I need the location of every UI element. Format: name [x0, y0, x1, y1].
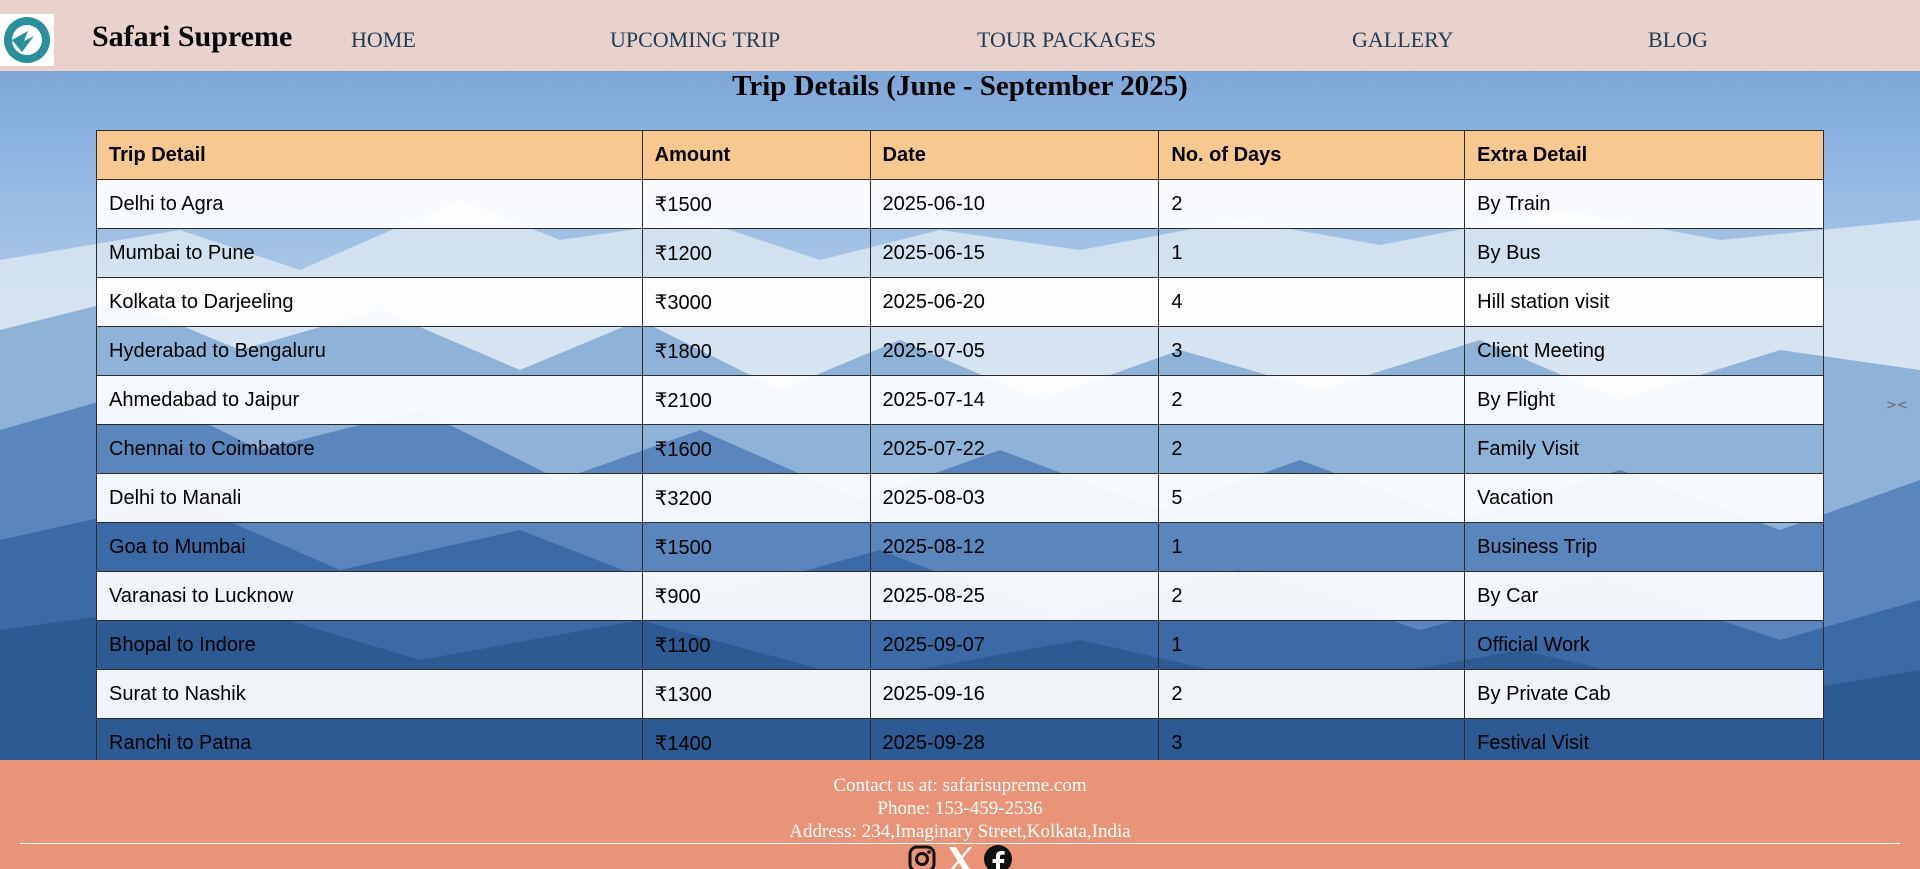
cell-amount: ₹3200 [641, 473, 871, 523]
cell-extra: Official Work [1464, 620, 1824, 670]
table-row: Delhi to Agra ₹1500 2025-06-10 2 By Train [96, 179, 1824, 229]
table-row: Ahmedabad to Jaipur ₹2100 2025-07-14 2 By Fl… [96, 375, 1824, 425]
cell-days: 1 [1158, 228, 1466, 278]
cell-trip-detail: Delhi to Manali [96, 473, 643, 523]
cell-days: 4 [1158, 277, 1466, 327]
nav-home[interactable]: HOME [351, 27, 416, 53]
cell-days: 5 [1158, 473, 1466, 523]
cell-days: 1 [1158, 522, 1466, 572]
cell-date: 2025-09-16 [869, 669, 1160, 719]
nav-tour-packages[interactable]: TOUR PACKAGES [977, 27, 1156, 53]
site-footer: Contact us at: safarisupreme.com Phone: … [0, 760, 1920, 869]
cell-amount: ₹1200 [641, 228, 871, 278]
cell-extra: By Bus [1464, 228, 1824, 278]
nav-gallery[interactable]: GALLERY [1352, 27, 1453, 53]
col-amount: Amount [641, 130, 871, 180]
cell-days: 2 [1158, 669, 1466, 719]
cell-date: 2025-07-05 [869, 326, 1160, 376]
cell-amount: ₹1300 [641, 669, 871, 719]
table-row: Varanasi to Lucknow ₹900 2025-08-25 2 By Car [96, 571, 1824, 621]
facebook-icon[interactable] [983, 844, 1013, 869]
cell-days: 2 [1158, 424, 1466, 474]
cell-extra: Family Visit [1464, 424, 1824, 474]
cell-amount: ₹2100 [641, 375, 871, 425]
cell-days: 1 [1158, 620, 1466, 670]
nav-blog[interactable]: BLOG [1648, 27, 1708, 53]
logo[interactable] [0, 14, 54, 66]
table-row: Chennai to Coimbatore ₹1600 2025-07-22 2 Fam… [96, 424, 1824, 474]
cell-trip-detail: Ahmedabad to Jaipur [96, 375, 643, 425]
table-row: Goa to Mumbai ₹1500 2025-08-12 1 Business Tr… [96, 522, 1824, 572]
footer-phone: Phone: 153-459-2536 [877, 798, 1043, 819]
table-row: Delhi to Manali ₹3200 2025-08-03 5 Vacation [96, 473, 1824, 523]
cell-date: 2025-08-03 [869, 473, 1160, 523]
cell-trip-detail: Surat to Nashik [96, 669, 643, 719]
col-date: Date [869, 130, 1160, 180]
page-title: Trip Details (June - September 2025) [732, 70, 1188, 102]
cell-extra: Client Meeting [1464, 326, 1824, 376]
table-row: Bhopal to Indore ₹1100 2025-09-07 1 Official… [96, 620, 1824, 670]
cell-trip-detail: Kolkata to Darjeeling [96, 277, 643, 327]
cell-date: 2025-09-07 [869, 620, 1160, 670]
instagram-icon[interactable] [907, 844, 937, 869]
cell-amount: ₹1100 [641, 620, 871, 670]
table-row: Surat to Nashik ₹1300 2025-09-16 2 By Privat… [96, 669, 1824, 719]
cell-extra: Business Trip [1464, 522, 1824, 572]
site-header: Safari Supreme HOME UPCOMING TRIP TOUR P… [0, 0, 1920, 71]
social-links [0, 844, 1920, 869]
nav-upcoming-trip[interactable]: UPCOMING TRIP [610, 27, 780, 53]
cell-trip-detail: Goa to Mumbai [96, 522, 643, 572]
col-extra: Extra Detail [1464, 130, 1824, 180]
cell-amount: ₹1800 [641, 326, 871, 376]
cell-date: 2025-08-12 [869, 522, 1160, 572]
cell-amount: ₹1500 [641, 179, 871, 229]
cell-trip-detail: Bhopal to Indore [96, 620, 643, 670]
cell-trip-detail: Hyderabad to Bengaluru [96, 326, 643, 376]
x-icon[interactable] [945, 844, 975, 869]
cell-trip-detail: Chennai to Coimbatore [96, 424, 643, 474]
cell-amount: ₹3000 [641, 277, 871, 327]
logo-icon [4, 17, 50, 63]
cell-trip-detail: Varanasi to Lucknow [96, 571, 643, 621]
col-days: No. of Days [1158, 130, 1466, 180]
cell-date: 2025-06-20 [869, 277, 1160, 327]
cell-extra: By Car [1464, 571, 1824, 621]
cell-date: 2025-06-15 [869, 228, 1160, 278]
cell-days: 2 [1158, 571, 1466, 621]
cell-trip-detail: Delhi to Agra [96, 179, 643, 229]
table-row: Kolkata to Darjeeling ₹3000 2025-06-20 4 Hil… [96, 277, 1824, 327]
cell-extra: By Private Cab [1464, 669, 1824, 719]
cell-date: 2025-08-25 [869, 571, 1160, 621]
cell-days: 2 [1158, 179, 1466, 229]
footer-address: Address: 234,Imaginary Street,Kolkata,In… [789, 821, 1131, 842]
cell-extra: Vacation [1464, 473, 1824, 523]
col-trip-detail: Trip Detail [96, 130, 643, 180]
cell-date: 2025-07-14 [869, 375, 1160, 425]
table-header-row: Trip Detail Amount Date No. of Days Extr… [96, 130, 1824, 180]
cell-trip-detail: Mumbai to Pune [96, 228, 643, 278]
cell-amount: ₹1600 [641, 424, 871, 474]
brand-name: Safari Supreme [92, 20, 293, 53]
cell-extra: By Flight [1464, 375, 1824, 425]
table-row: Mumbai to Pune ₹1200 2025-06-15 1 By Bus [96, 228, 1824, 278]
collapse-arrow-icon[interactable]: >< [1886, 398, 1908, 413]
cell-days: 3 [1158, 326, 1466, 376]
cell-extra: By Train [1464, 179, 1824, 229]
cell-extra: Hill station visit [1464, 277, 1824, 327]
cell-days: 2 [1158, 375, 1466, 425]
cell-amount: ₹1500 [641, 522, 871, 572]
trip-table: Trip Detail Amount Date No. of Days Extr… [96, 130, 1824, 768]
cell-amount: ₹900 [641, 571, 871, 621]
footer-contact: Contact us at: safarisupreme.com [833, 775, 1087, 796]
table-row: Hyderabad to Bengaluru ₹1800 2025-07-05 3 Cl… [96, 326, 1824, 376]
cell-date: 2025-06-10 [869, 179, 1160, 229]
cell-date: 2025-07-22 [869, 424, 1160, 474]
